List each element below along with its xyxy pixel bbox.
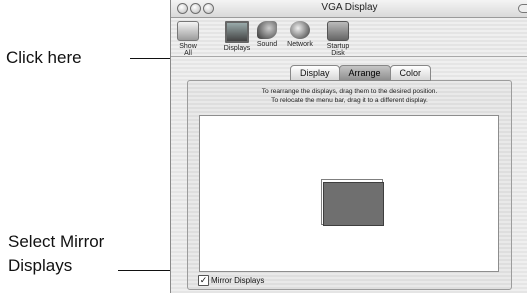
window-title: VGA Display <box>321 2 378 13</box>
startup-disk-icon <box>327 21 349 41</box>
title-bar[interactable]: VGA Display <box>171 0 527 18</box>
show-all-icon <box>177 21 199 41</box>
tab-arrange[interactable]: Arrange <box>338 65 391 81</box>
toolbar-label: Startup Disk <box>326 43 350 57</box>
sound-icon <box>257 21 277 39</box>
mirror-displays-checkbox[interactable]: ✓ <box>198 274 209 286</box>
displays-icon <box>225 21 249 43</box>
display-arrangement-area <box>199 115 499 272</box>
toolbar-toggle-button[interactable] <box>518 4 527 13</box>
display-thumbnail[interactable] <box>323 182 384 226</box>
toolbar-sound[interactable]: Sound <box>255 21 279 48</box>
tab-display[interactable]: Display <box>290 65 340 81</box>
tab-bar: Display Arrange Color <box>290 65 432 81</box>
instruction-line: To relocate the menu bar, drag it to a d… <box>271 97 428 104</box>
instruction-line: To rearrange the displays, drag them to … <box>261 88 438 95</box>
preferences-window: VGA Display Show All Displays Sound Netw… <box>170 0 527 293</box>
toolbar-label: Displays <box>223 45 251 52</box>
mirror-displays-row[interactable]: ✓ Mirror Displays <box>198 274 264 286</box>
toolbar: Show All Displays Sound Network Startup … <box>171 18 527 57</box>
callout-select-mirror-line1: Select Mirror <box>8 232 105 251</box>
toolbar-startup-disk[interactable]: Startup Disk <box>319 21 357 57</box>
toolbar-network[interactable]: Network <box>285 21 315 48</box>
arrange-panel: To rearrange the displays, drag them to … <box>187 80 512 290</box>
callout-select-mirror-line2: Displays <box>8 256 73 275</box>
tab-color[interactable]: Color <box>389 65 432 81</box>
arrange-instructions: To rearrange the displays, drag them to … <box>188 87 511 105</box>
toolbar-label: Network <box>287 41 313 48</box>
pane-content: Display Arrange Color To rearrange the d… <box>171 57 527 293</box>
callout-click-here: Click here <box>6 48 82 67</box>
toolbar-label: Sound <box>256 41 278 48</box>
mirror-displays-label[interactable]: Mirror Displays <box>211 276 264 285</box>
toolbar-displays[interactable]: Displays <box>221 21 253 52</box>
toolbar-show-all[interactable]: Show All <box>175 21 201 57</box>
toolbar-label: Show All <box>179 43 197 57</box>
network-icon <box>290 21 310 39</box>
